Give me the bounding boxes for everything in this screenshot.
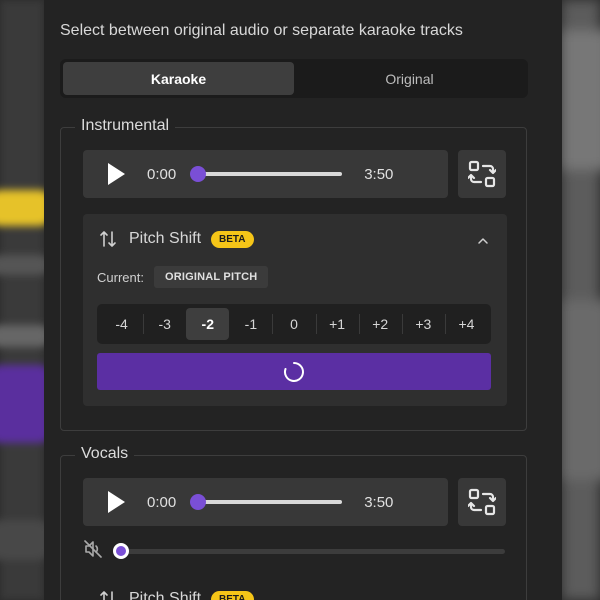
instrumental-legend: Instrumental	[75, 117, 176, 135]
instrumental-duration: 3:50	[364, 165, 394, 183]
semitone-option[interactable]: -3	[143, 308, 186, 340]
semitone-option[interactable]: -4	[100, 308, 143, 340]
instrumental-pitch-shift-header[interactable]: Pitch Shift BETA	[99, 230, 254, 248]
instrumental-pitch-collapse-button[interactable]	[477, 232, 489, 250]
vocals-pitch-shift-header[interactable]: Pitch Shift BETA	[99, 590, 254, 600]
semitone-option[interactable]: +3	[401, 308, 445, 340]
beta-badge: BETA	[211, 590, 254, 600]
vocals-play-button[interactable]	[103, 489, 129, 515]
spinner-icon	[284, 361, 304, 382]
vocals-player: 0:00 3:50	[83, 478, 448, 526]
semitone-option[interactable]: -1	[229, 308, 272, 340]
instrumental-section: Instrumental 0:00 3:50 Pitch Shift BETA …	[60, 117, 527, 431]
semitone-option[interactable]: +1	[315, 308, 359, 340]
vocals-volume-thumb[interactable]	[113, 542, 129, 559]
beta-badge: BETA	[211, 230, 254, 248]
semitone-option-selected[interactable]: -2	[186, 308, 230, 340]
current-pitch-value: ORIGINAL PITCH	[153, 266, 269, 288]
mode-toggle: Karaoke Original	[60, 59, 528, 98]
up-down-arrows-icon	[100, 591, 113, 600]
up-down-arrows-icon	[100, 231, 116, 247]
instrumental-current-time: 0:00	[147, 165, 177, 183]
background-sidebar	[0, 0, 50, 600]
vocals-section: Vocals 0:00 3:50 Pitch Shift BETA	[60, 445, 527, 600]
instrumental-seek-thumb[interactable]	[190, 166, 207, 182]
swap-arrows-icon	[468, 488, 496, 516]
track-selection-panel: Select between original audio or separat…	[44, 0, 562, 600]
panel-subtitle: Select between original audio or separat…	[60, 22, 463, 39]
vocals-legend: Vocals	[75, 445, 135, 463]
instrumental-seek-bar[interactable]	[190, 166, 343, 182]
volume-muted-icon	[84, 539, 102, 558]
mute-toggle[interactable]	[83, 539, 103, 563]
vocals-seek-bar[interactable]	[190, 494, 343, 510]
vocals-current-time: 0:00	[147, 493, 177, 511]
instrumental-pitch-shift-title: Pitch Shift	[129, 230, 202, 247]
semitone-selector: -4 -3 -2 -1 0 +1 +2 +3 +4	[97, 304, 491, 344]
vocals-volume-slider[interactable]	[113, 542, 505, 559]
current-pitch-label: Current:	[97, 269, 144, 285]
instrumental-pitch-shift-card: Pitch Shift BETA Current: ORIGINAL PITCH…	[83, 214, 507, 406]
vocals-volume-row	[83, 539, 508, 563]
vocals-seek-thumb[interactable]	[190, 494, 207, 510]
current-pitch-row: Current: ORIGINAL PITCH	[97, 266, 269, 288]
semitone-option[interactable]: +2	[358, 308, 402, 340]
play-icon	[108, 163, 125, 185]
swap-arrows-icon	[468, 160, 496, 188]
background-right-column	[560, 0, 600, 600]
tab-karaoke[interactable]: Karaoke	[63, 62, 294, 95]
play-icon	[108, 491, 125, 513]
vocals-swap-button[interactable]	[458, 478, 506, 526]
apply-pitch-button[interactable]	[97, 353, 491, 390]
vocals-duration: 3:50	[364, 493, 394, 511]
tab-original[interactable]: Original	[294, 62, 525, 95]
semitone-option[interactable]: 0	[272, 308, 315, 340]
instrumental-swap-button[interactable]	[458, 150, 506, 198]
instrumental-player: 0:00 3:50	[83, 150, 448, 198]
instrumental-play-button[interactable]	[103, 161, 129, 187]
chevron-up-icon	[478, 238, 488, 244]
semitone-option[interactable]: +4	[444, 308, 488, 340]
vocals-pitch-shift-title: Pitch Shift	[129, 590, 202, 600]
